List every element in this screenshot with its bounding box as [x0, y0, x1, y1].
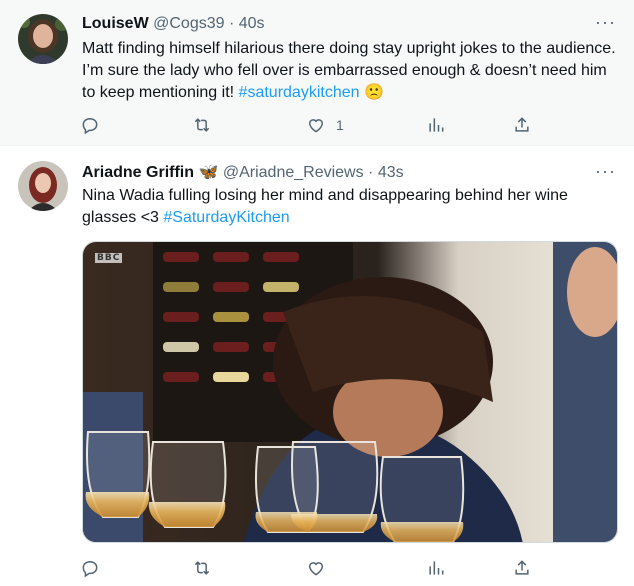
tweet-media-image[interactable]: BBC	[82, 241, 618, 543]
tweet-header: Ariadne Griffin 🦋 @Ariadne_Reviews · 43s	[82, 163, 404, 183]
tweet-actions	[80, 557, 540, 579]
tweet[interactable]: LouiseW @Cogs39 · 40s ··· Matt finding h…	[0, 0, 634, 146]
retweet-icon	[194, 561, 210, 575]
share-icon	[515, 560, 529, 575]
like-button[interactable]: 1	[306, 114, 344, 136]
more-icon[interactable]: ···	[595, 162, 616, 180]
retweet-button[interactable]	[192, 114, 222, 136]
views-icon	[429, 118, 444, 132]
display-name[interactable]: LouiseW	[82, 15, 149, 32]
user-handle[interactable]: @Cogs39	[153, 15, 224, 32]
retweet-button[interactable]	[192, 557, 222, 579]
share-button[interactable]	[512, 114, 532, 136]
tweet-body: Nina Wadia fulling losing her mind and d…	[82, 187, 568, 226]
retweet-icon	[194, 118, 210, 132]
timestamp[interactable]: 40s	[239, 15, 265, 32]
hashtag-link[interactable]: #SaturdayKitchen	[163, 209, 289, 226]
reply-button[interactable]	[80, 114, 110, 136]
reply-icon	[82, 117, 98, 135]
share-button[interactable]	[512, 557, 532, 579]
emoji: 🙁	[363, 84, 384, 101]
tweet[interactable]: Ariadne Griffin 🦋 @Ariadne_Reviews · 43s…	[0, 147, 634, 586]
avatar[interactable]	[18, 161, 68, 211]
tweet-text: Matt finding himself hilarious there doi…	[82, 38, 622, 104]
separator: ·	[228, 15, 235, 32]
display-name[interactable]: Ariadne Griffin	[82, 164, 194, 181]
separator: ·	[368, 164, 374, 181]
butterfly-badge-icon: 🦋	[198, 164, 219, 181]
hashtag-link[interactable]: #saturdaykitchen	[239, 84, 360, 101]
tweet-header: LouiseW @Cogs39 · 40s	[82, 14, 265, 34]
tweet-text: Nina Wadia fulling losing her mind and d…	[82, 185, 622, 229]
bbc-watermark: BBC	[95, 253, 123, 263]
avatar[interactable]	[18, 14, 68, 64]
like-count: 1	[336, 117, 344, 133]
tweet-actions: 1	[80, 114, 540, 136]
share-icon	[515, 117, 529, 132]
timestamp[interactable]: 43s	[378, 164, 404, 181]
views-button[interactable]	[426, 557, 456, 579]
more-icon[interactable]: ···	[595, 13, 616, 31]
like-icon	[308, 119, 324, 133]
reply-button[interactable]	[80, 557, 110, 579]
views-button[interactable]	[426, 114, 456, 136]
views-icon	[429, 561, 444, 575]
like-button[interactable]	[306, 557, 336, 579]
user-handle[interactable]: @Ariadne_Reviews	[223, 164, 364, 181]
like-icon	[308, 562, 324, 576]
reply-icon	[82, 560, 98, 578]
